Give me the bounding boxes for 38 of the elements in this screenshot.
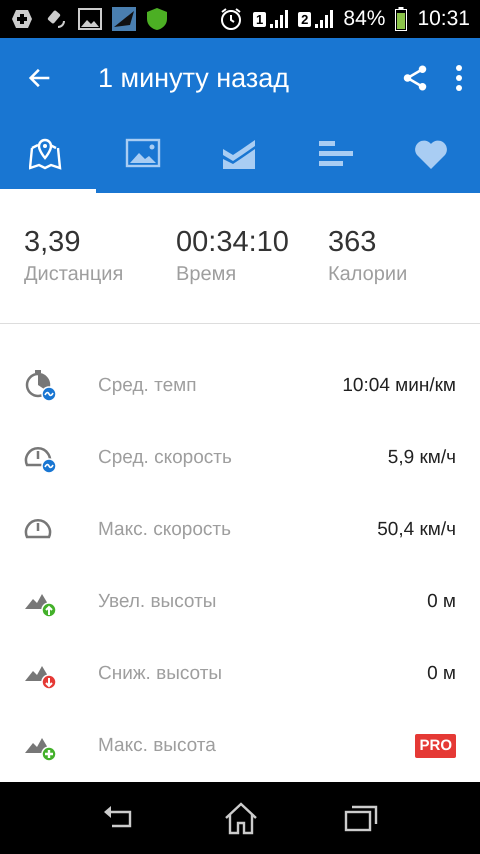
signal-icon	[315, 10, 334, 28]
metric-value: 0 м	[427, 662, 456, 686]
home-icon	[222, 801, 259, 835]
medical-icon	[10, 7, 34, 31]
stat-label: Время	[176, 262, 238, 287]
metric-label: Макс. скорость	[98, 518, 232, 542]
game-icon	[112, 7, 136, 31]
metric-label: Макс. высота	[98, 734, 217, 758]
metric-value: 50,4 км/ч	[377, 518, 456, 542]
battery-percent: 84%	[343, 6, 386, 32]
metric-label: Сред. скорость	[98, 446, 233, 470]
image-icon	[78, 8, 102, 30]
metric-label: Сред. темп	[98, 374, 198, 398]
metric-label: Увел. высоты	[98, 590, 218, 614]
home-button[interactable]	[222, 801, 259, 835]
stat-label: Дистанция	[24, 262, 124, 287]
screen-title: 1 минуту назад	[98, 62, 290, 95]
more-options-button[interactable]	[454, 64, 464, 92]
metric-value: 0 м	[427, 590, 456, 614]
pro-badge: PRO	[415, 734, 456, 758]
recent-apps-button[interactable]	[344, 804, 378, 832]
shield-icon	[146, 7, 168, 31]
signal-icon	[270, 10, 288, 28]
battery-icon	[395, 7, 408, 31]
alarm-icon	[218, 7, 243, 31]
stat-value: 363	[328, 227, 378, 259]
sim-number: 1	[252, 12, 266, 26]
stopwatch-icon	[24, 369, 58, 403]
metric-value: 10:04 мин/км	[342, 374, 456, 398]
recent-apps-icon	[344, 804, 378, 832]
stat-label: Калории	[328, 262, 408, 287]
clock: 10:31	[417, 6, 470, 32]
metric-label: Сниж. высоты	[98, 662, 224, 686]
stat-value: 3,39	[24, 227, 82, 259]
more-icon	[454, 64, 464, 92]
stat-value: 00:34:10	[176, 227, 290, 259]
metric-value: 5,9 км/ч	[388, 446, 456, 470]
sim-number: 2	[298, 12, 312, 26]
